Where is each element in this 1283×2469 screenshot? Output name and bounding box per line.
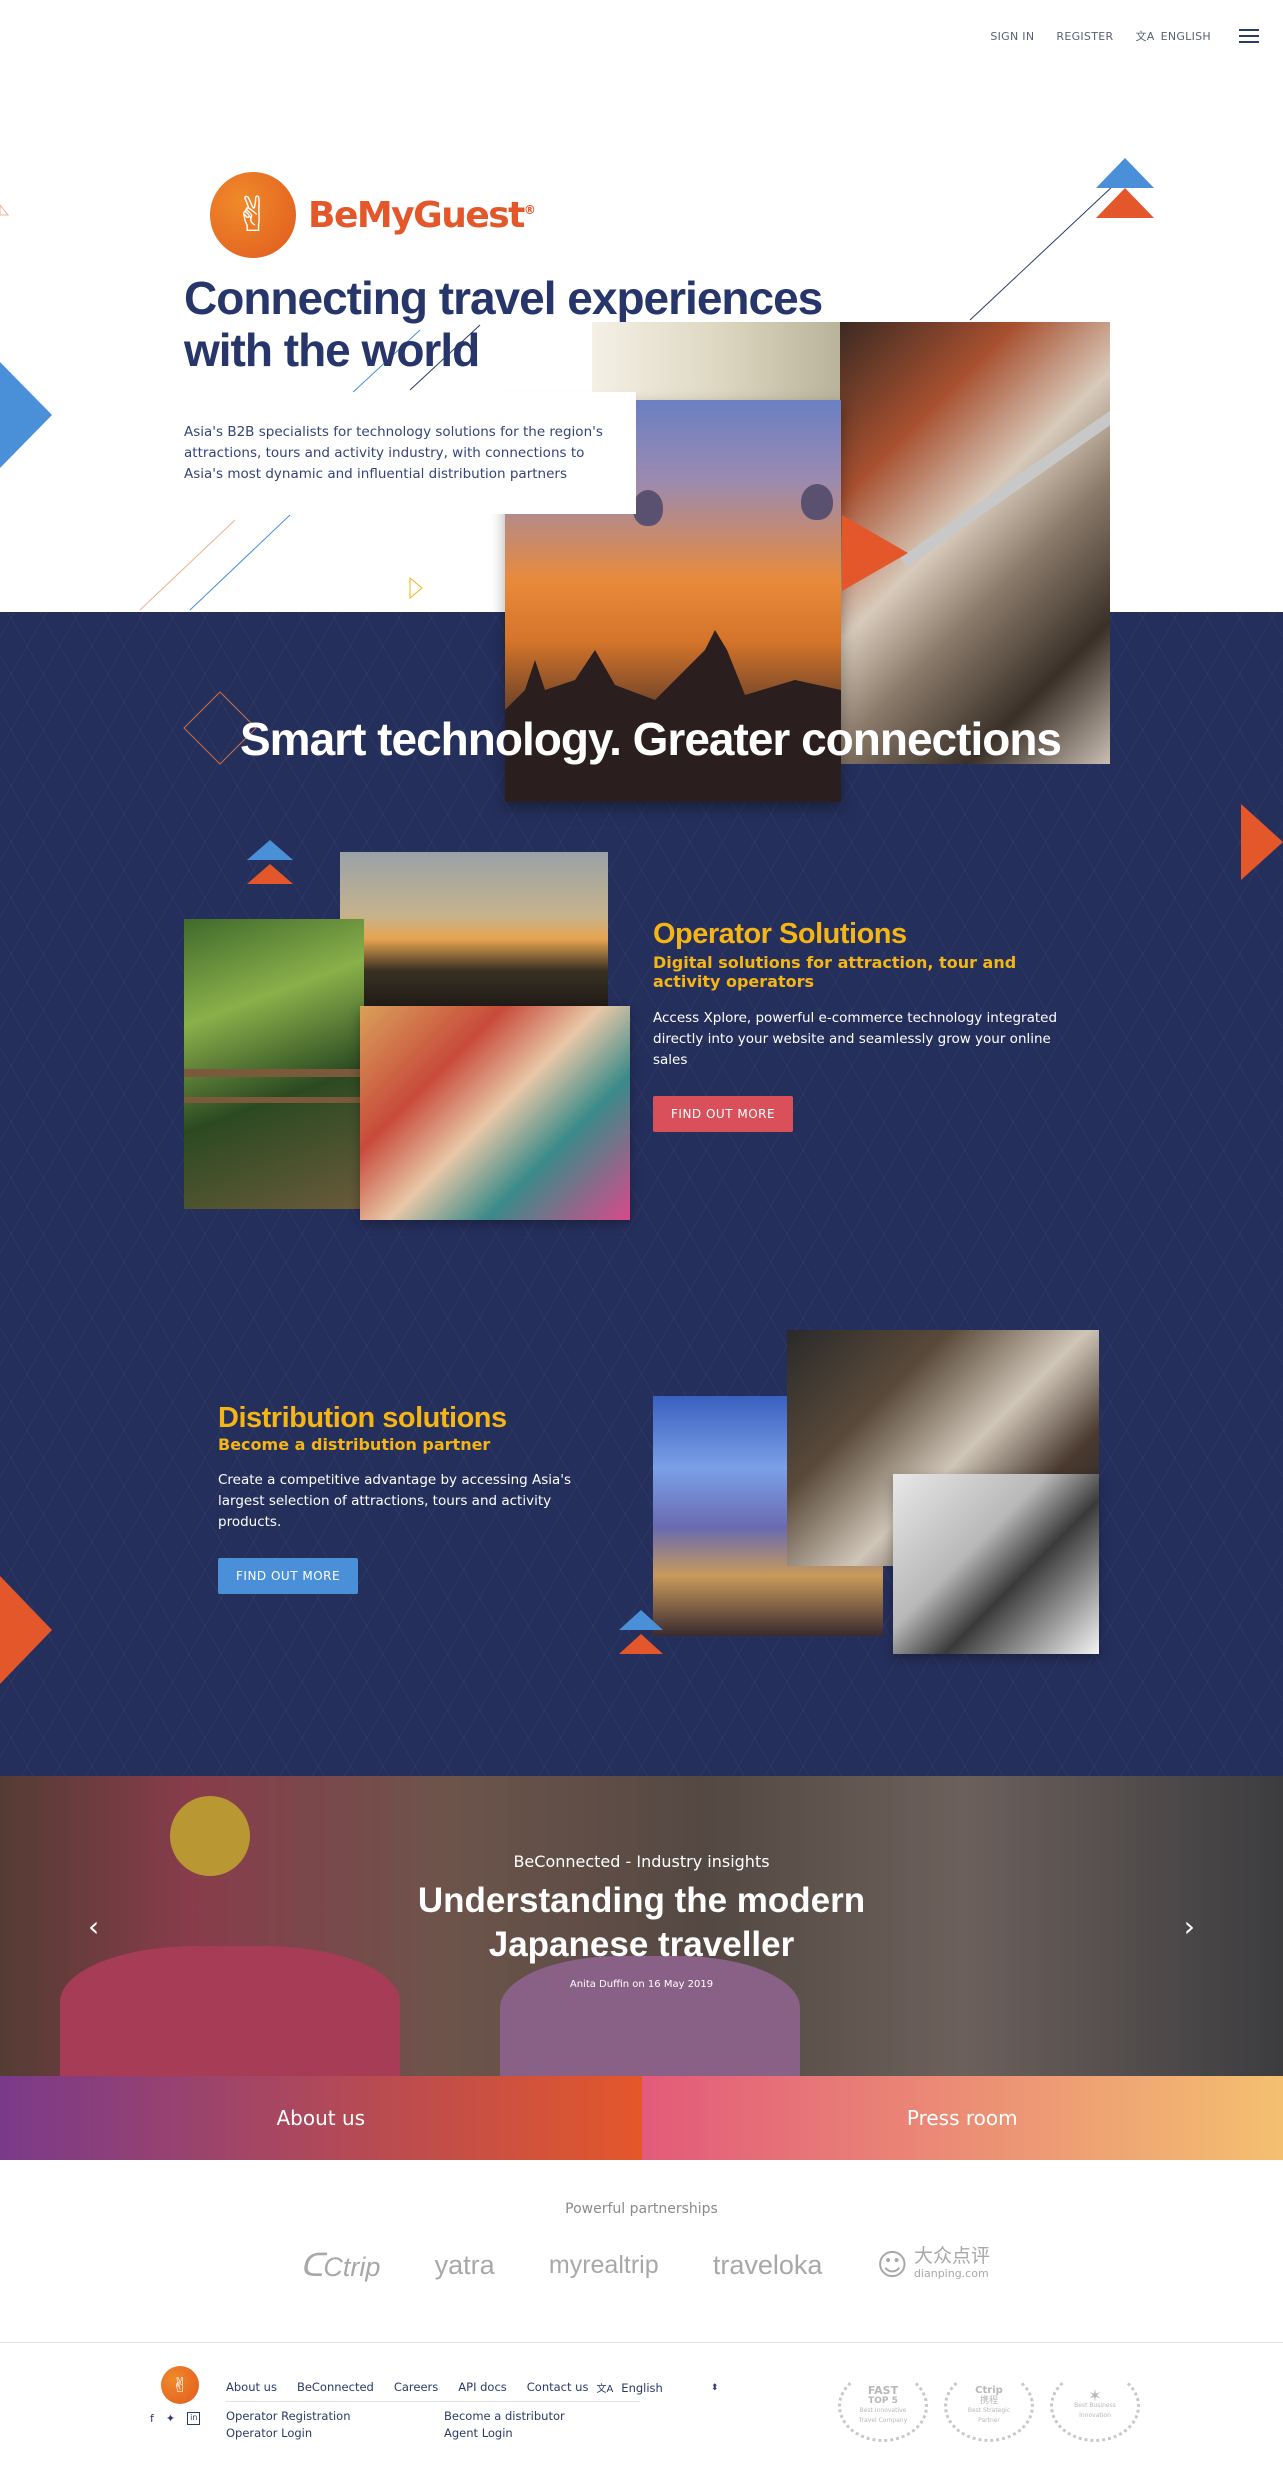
triangle-up-orange-small (247, 864, 293, 884)
facebook-icon[interactable]: f (150, 2412, 154, 2425)
operator-photo-lake (340, 852, 608, 1010)
insights-carousel[interactable]: BeConnected - Industry insights Understa… (0, 1776, 1283, 2076)
about-us-label: About us (276, 2106, 366, 2130)
distribution-section: Distribution solutions Become a distribu… (218, 1402, 618, 1594)
triangle-up-blue-dist (619, 1610, 663, 1630)
distribution-subtitle: Become a distribution partner (218, 1435, 491, 1454)
hero-description: Asia's B2B specialists for technology so… (184, 424, 603, 482)
hero-photo-splash (592, 322, 842, 402)
press-room-label: Press room (906, 2106, 1018, 2130)
triangle-up-blue-small (247, 840, 293, 860)
footer-divider (226, 2401, 640, 2402)
twitter-icon[interactable]: ✦ (166, 2412, 175, 2425)
hero-description-card: Asia's B2B specialists for technology so… (184, 392, 636, 514)
language-label: ENGLISH (1160, 29, 1211, 43)
distribution-find-out-more-button[interactable]: FIND OUT MORE (218, 1558, 359, 1594)
dianping-en: dianping.com (913, 2267, 989, 2280)
footer-language-select[interactable]: 文A English ⬍ (596, 2380, 719, 2396)
smart-heading: Smart technology. Greater connections (240, 713, 1062, 765)
footer-logo[interactable]: ✌ (161, 2366, 199, 2404)
carousel-title-line2: Japanese traveller (488, 1925, 795, 1964)
person-icon: ☺ (876, 2247, 908, 2283)
hero-title-line1: Connecting travel experiences (184, 272, 823, 324)
chevron-right-icon[interactable]: › (1184, 1910, 1195, 1943)
footer-link-api[interactable]: API docs (458, 2380, 507, 2395)
dianping-logo: ☺ 大众点评 dianping.com (877, 2247, 990, 2283)
award-fast: FAST TOP 5 Best Innovative Travel Compan… (838, 2370, 928, 2442)
myrealtrip-logo: myrealtrip (548, 2250, 659, 2279)
peace-hand-icon: ✌ (210, 172, 296, 258)
ctrip-logo: ᑕCtrip (300, 2247, 381, 2283)
partner-logos: ᑕCtrip yatra myrealtrip traveloka ☺ 大众点评… (300, 2246, 990, 2284)
footer-link-beconnected[interactable]: BeConnected (297, 2380, 374, 2395)
triangle-right-edge-left (0, 1576, 52, 1684)
traveloka-logo: traveloka (712, 2249, 823, 2280)
triangle-right-edge (1241, 804, 1283, 880)
award-innovation: ✶ Best Business Innovation (1050, 2370, 1140, 2442)
distribution-title: Distribution solutions (218, 1402, 507, 1434)
carousel-title[interactable]: Understanding the modern Japanese travel… (0, 1879, 1283, 1967)
operator-find-out-more-button[interactable]: FIND OUT MORE (653, 1096, 794, 1132)
about-us-band[interactable]: About us (0, 2076, 642, 2160)
linkedin-icon[interactable]: in (187, 2412, 201, 2425)
footer-links: About us BeConnected Careers API docs Co… (226, 2380, 718, 2395)
award-ctrip: Ctrip 携程 Best Strategic Partner (944, 2370, 1034, 2442)
distribution-photo-tablet (893, 1474, 1099, 1654)
carousel-kicker[interactable]: BeConnected - Industry insights (0, 1852, 1283, 1871)
become-distributor-link[interactable]: Become a distributor (444, 2408, 565, 2425)
registered-mark: ® (523, 202, 536, 217)
press-room-band[interactable]: Press room (641, 2076, 1283, 2160)
operator-subtitle: Digital solutions for attraction, tour a… (653, 953, 1017, 991)
carousel-meta: Anita Duffin on 16 May 2019 (569, 1979, 714, 1990)
triangle-up-blue (1096, 158, 1154, 188)
footer-link-contact[interactable]: Contact us (527, 2380, 589, 2395)
triangle-up-orange (1096, 188, 1154, 218)
operator-photo-jungle (184, 919, 364, 1209)
operator-title: Operator Solutions (653, 918, 907, 950)
brand-logo[interactable]: ✌ BeMyGuest® (210, 172, 536, 258)
footer-language-label: English (621, 2380, 663, 2395)
partners-heading: Powerful partnerships (565, 2201, 718, 2217)
select-arrows-icon: ⬍ (710, 2382, 719, 2393)
triangle-right-orange (842, 515, 908, 591)
distribution-description: Create a competitive advantage by access… (218, 1472, 572, 1530)
triangle-up-orange-dist (619, 1634, 663, 1654)
hamburger-menu-icon[interactable] (1239, 29, 1259, 43)
operator-links: Operator Registration Operator Login (226, 2408, 350, 2442)
translate-icon: 文A (1135, 30, 1155, 43)
operator-description: Access Xplore, powerful e-commerce techn… (653, 1010, 1058, 1068)
operator-registration-link[interactable]: Operator Registration (226, 2408, 350, 2425)
carousel-title-line1: Understanding the modern (417, 1881, 866, 1920)
sign-in-link[interactable]: SIGN IN (990, 30, 1034, 43)
brand-name: BeMyGuest (308, 194, 525, 236)
dianping-cn: 大众点评 (913, 2245, 990, 2267)
language-selector[interactable]: 文A ENGLISH (1135, 28, 1211, 44)
distributor-links: Become a distributor Agent Login (444, 2408, 565, 2442)
translate-icon: 文A (596, 2384, 614, 2395)
agent-login-link[interactable]: Agent Login (444, 2425, 565, 2442)
register-link[interactable]: REGISTER (1056, 30, 1113, 43)
chevron-left-icon[interactable]: ‹ (88, 1910, 99, 1943)
operator-photo-tuktuk (360, 1006, 630, 1220)
operator-section: Operator Solutions Digital solutions for… (653, 918, 1073, 1132)
social-icons: f ✦ in (150, 2412, 201, 2425)
yatra-logo: yatra (434, 2249, 495, 2280)
operator-login-link[interactable]: Operator Login (226, 2425, 350, 2442)
top-nav: SIGN IN REGISTER 文A ENGLISH (990, 28, 1259, 44)
footer-link-careers[interactable]: Careers (394, 2380, 438, 2395)
footer-link-about[interactable]: About us (226, 2380, 277, 2395)
